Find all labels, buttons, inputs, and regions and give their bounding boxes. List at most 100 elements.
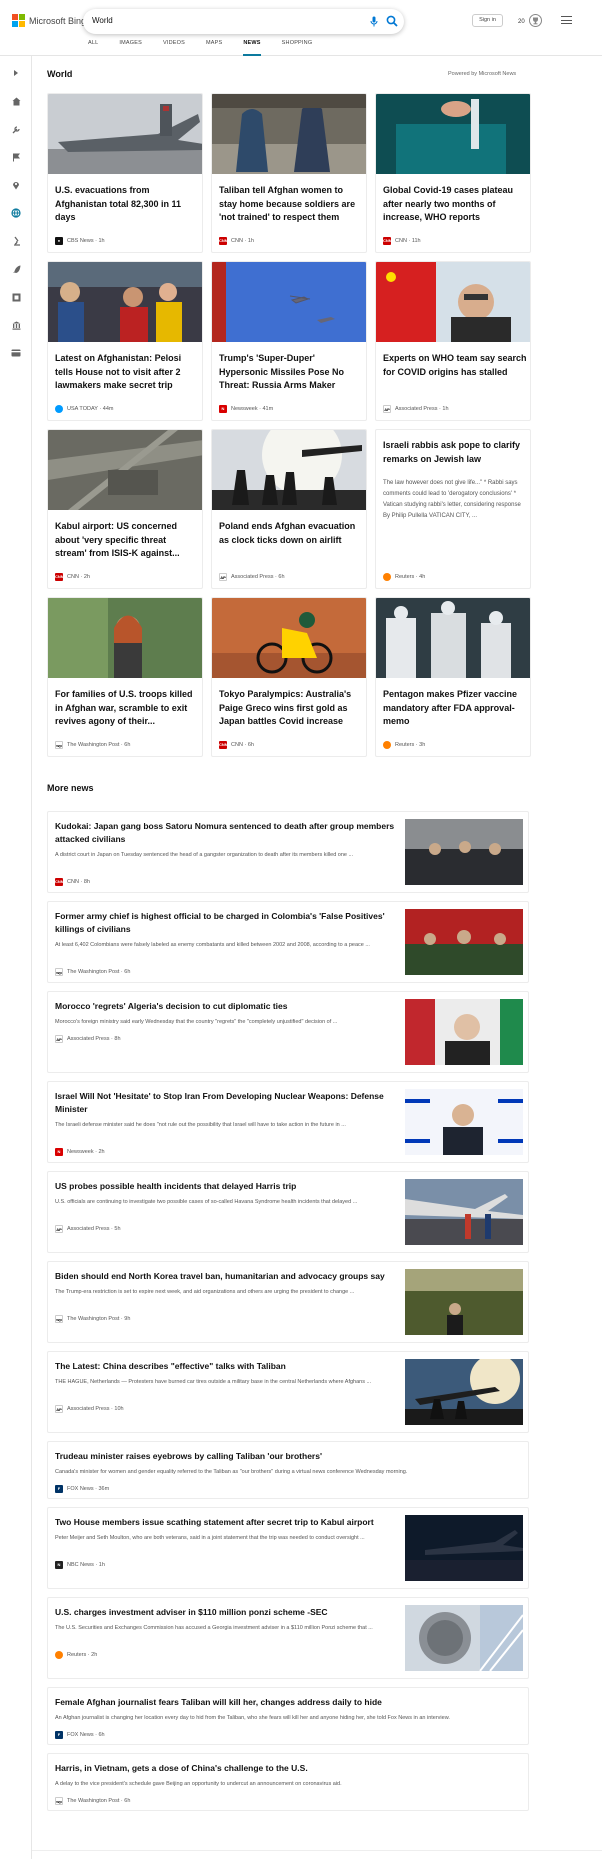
source-name: CBS News — [67, 238, 94, 244]
news-thumbnail — [376, 598, 530, 678]
search-box[interactable]: World — [83, 9, 404, 34]
news-list-item[interactable]: Israel Will Not 'Hesitate' to Stop Iran … — [47, 1081, 529, 1163]
news-title[interactable]: Israeli rabbis ask pope to clarify remar… — [383, 439, 527, 466]
news-card[interactable]: Tokyo Paralympics: Australia's Paige Gre… — [211, 597, 367, 757]
news-title[interactable]: Pentagon makes Pfizer vaccine mandatory … — [383, 688, 527, 729]
news-title[interactable]: Trump's 'Super-Duper' Hypersonic Missile… — [219, 352, 363, 393]
fox-news-logo-icon: F — [55, 1731, 63, 1739]
news-snippet: U.S. officials are continuing to investi… — [55, 1199, 358, 1205]
bank-icon[interactable] — [9, 318, 23, 332]
news-title[interactable]: US probes possible health incidents that… — [55, 1180, 395, 1193]
news-title[interactable]: Tokyo Paralympics: Australia's Paige Gre… — [219, 688, 363, 729]
microphone-icon[interactable] — [370, 15, 378, 33]
news-card[interactable]: Global Covid-19 cases plateau after near… — [375, 93, 531, 253]
news-title[interactable]: Morocco 'regrets' Algeria's decision to … — [55, 1000, 395, 1013]
news-title[interactable]: Latest on Afghanistan: Pelosi tells Hous… — [55, 352, 199, 393]
news-title[interactable]: Trudeau minister raises eyebrows by call… — [55, 1450, 515, 1463]
news-title[interactable]: Biden should end North Korea travel ban,… — [55, 1270, 395, 1283]
bing-logo[interactable]: Microsoft Bing — [12, 14, 86, 27]
tab-maps[interactable]: MAPS — [206, 40, 222, 56]
source-name: CNN — [395, 238, 407, 244]
source-name: NBC News — [67, 1562, 94, 1568]
hamburger-menu-icon[interactable] — [561, 16, 572, 24]
search-icon[interactable] — [386, 14, 398, 32]
news-list-item[interactable]: Kudokai: Japan gang boss Satoru Nomura s… — [47, 811, 529, 893]
section-title-world: World — [47, 69, 73, 79]
news-list-item[interactable]: Former army chief is highest official to… — [47, 901, 529, 983]
news-title[interactable]: U.S. charges investment adviser in $110 … — [55, 1606, 395, 1619]
ap-logo-icon: AP — [55, 1035, 63, 1043]
globe-icon[interactable] — [9, 206, 23, 220]
news-source: wp The Washington Post · 6h — [55, 968, 131, 976]
map-pin-icon[interactable] — [9, 178, 23, 192]
film-icon[interactable] — [9, 290, 23, 304]
news-list-item[interactable]: Biden should end North Korea travel ban,… — [47, 1261, 529, 1343]
news-title[interactable]: U.S. evacuations from Afghanistan total … — [55, 184, 199, 225]
news-card[interactable]: U.S. evacuations from Afghanistan total … — [47, 93, 203, 253]
card-icon[interactable] — [9, 346, 23, 360]
news-title[interactable]: Harris, in Vietnam, gets a dose of China… — [55, 1762, 515, 1775]
news-card[interactable]: Experts on WHO team say search for COVID… — [375, 261, 531, 421]
time-ago: 4h — [419, 574, 426, 580]
news-title[interactable]: For families of U.S. troops killed in Af… — [55, 688, 199, 729]
microscope-icon[interactable] — [9, 234, 23, 248]
tab-news[interactable]: NEWS — [243, 40, 261, 56]
news-list-item[interactable]: Two House members issue scathing stateme… — [47, 1507, 529, 1589]
news-card[interactable]: Trump's 'Super-Duper' Hypersonic Missile… — [211, 261, 367, 421]
news-source: wp The Washington Post · 6h — [55, 741, 131, 749]
news-card[interactable]: For families of U.S. troops killed in Af… — [47, 597, 203, 757]
news-thumbnail — [48, 598, 202, 678]
news-card[interactable]: Pentagon makes Pfizer vaccine mandatory … — [375, 597, 531, 757]
news-title[interactable]: Israel Will Not 'Hesitate' to Stop Iran … — [55, 1090, 395, 1116]
news-list-item[interactable]: US probes possible health incidents that… — [47, 1171, 529, 1253]
news-card[interactable]: Latest on Afghanistan: Pelosi tells Hous… — [47, 261, 203, 421]
expand-icon[interactable] — [9, 66, 23, 80]
news-card[interactable]: Israeli rabbis ask pope to clarify remar… — [375, 429, 531, 589]
news-title[interactable]: Taliban tell Afghan women to stay home b… — [219, 184, 363, 225]
time-ago: 36m — [98, 1486, 110, 1492]
washington-post-logo-icon: wp — [55, 1797, 63, 1805]
news-list-item[interactable]: The Latest: China describes "effective" … — [47, 1351, 529, 1433]
news-title[interactable]: Female Afghan journalist fears Taliban w… — [55, 1696, 515, 1709]
news-title[interactable]: Kabul airport: US concerned about 'very … — [55, 520, 199, 561]
wrench-icon[interactable] — [9, 122, 23, 136]
news-card[interactable]: Poland ends Afghan evacuation as clock t… — [211, 429, 367, 589]
rocket-icon[interactable] — [9, 262, 23, 276]
news-title[interactable]: Two House members issue scathing stateme… — [55, 1516, 395, 1529]
news-source: N Newsweek · 41m — [219, 405, 273, 413]
tab-images[interactable]: IMAGES — [119, 40, 142, 56]
news-title[interactable]: Experts on WHO team say search for COVID… — [383, 352, 527, 379]
news-list-item[interactable]: Trudeau minister raises eyebrows by call… — [47, 1441, 529, 1499]
news-title[interactable]: Global Covid-19 cases plateau after near… — [383, 184, 527, 225]
news-list-item[interactable]: Female Afghan journalist fears Taliban w… — [47, 1687, 529, 1745]
tab-videos[interactable]: VIDEOS — [163, 40, 185, 56]
source-name: Newsweek — [231, 406, 258, 412]
search-input[interactable]: World — [92, 16, 113, 25]
tab-all[interactable]: ALL — [88, 40, 98, 56]
flag-icon[interactable] — [9, 150, 23, 164]
powered-by-label: Powered by Microsoft News — [448, 71, 517, 77]
news-card[interactable]: Kabul airport: US concerned about 'very … — [47, 429, 203, 589]
news-title[interactable]: Poland ends Afghan evacuation as clock t… — [219, 520, 363, 547]
search-tabs: ALL IMAGES VIDEOS MAPS NEWS SHOPPING — [88, 40, 333, 56]
news-card[interactable]: Taliban tell Afghan women to stay home b… — [211, 93, 367, 253]
news-thumbnail — [212, 598, 366, 678]
source-name: Associated Press — [231, 574, 274, 580]
newsweek-logo-icon: N — [219, 405, 227, 413]
washington-post-logo-icon: wp — [55, 741, 63, 749]
news-list-item[interactable]: U.S. charges investment adviser in $110 … — [47, 1597, 529, 1679]
news-source: Reuters · 2h — [55, 1651, 97, 1659]
sign-in-button[interactable]: Sign in — [472, 14, 503, 27]
news-title[interactable]: The Latest: China describes "effective" … — [55, 1360, 395, 1373]
news-list-item[interactable]: Harris, in Vietnam, gets a dose of China… — [47, 1753, 529, 1811]
section-title-more-news: More news — [47, 783, 94, 793]
news-snippet: The Israeli defense minister said he doe… — [55, 1122, 346, 1128]
news-thumbnail — [405, 1605, 523, 1671]
news-title[interactable]: Kudokai: Japan gang boss Satoru Nomura s… — [55, 820, 395, 846]
home-icon[interactable] — [9, 94, 23, 108]
news-list-item[interactable]: Morocco 'regrets' Algeria's decision to … — [47, 991, 529, 1073]
news-title[interactable]: Former army chief is highest official to… — [55, 910, 395, 936]
news-snippet: A delay to the vice president's schedule… — [55, 1781, 342, 1787]
tab-shopping[interactable]: SHOPPING — [282, 40, 313, 56]
rewards-button[interactable]: 20 — [518, 14, 542, 29]
